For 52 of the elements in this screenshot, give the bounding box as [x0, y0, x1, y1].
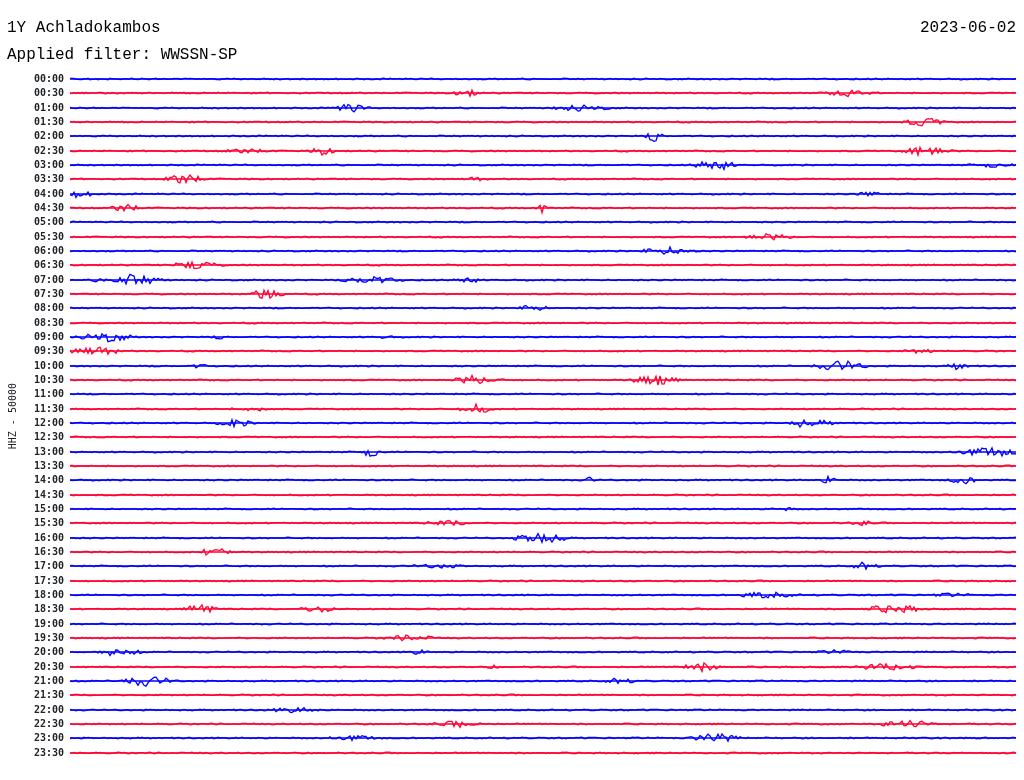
time-label: 20:30 [32, 660, 65, 673]
time-label: 05:00 [32, 216, 65, 229]
time-label: 13:30 [32, 460, 65, 472]
station-title: 1Y Achladokambos [7, 18, 161, 38]
time-label: 08:30 [32, 316, 65, 329]
time-label: 13:00 [32, 445, 65, 458]
time-label: 14:00 [32, 474, 65, 487]
time-label: 22:00 [32, 703, 65, 716]
time-label: 19:30 [32, 631, 65, 644]
time-label: 11:00 [32, 388, 65, 401]
time-label: 23:30 [32, 746, 65, 759]
time-label: 06:30 [32, 259, 65, 272]
time-label: 10:00 [32, 359, 65, 372]
time-label: 12:00 [32, 417, 65, 430]
axis-label: HHZ - 50000 [7, 382, 19, 449]
time-label: 03:30 [32, 173, 65, 186]
time-label: 20:00 [32, 646, 65, 659]
time-label: 11:30 [32, 402, 65, 415]
time-label: 12:30 [32, 431, 65, 444]
time-label: 04:00 [32, 187, 65, 200]
time-label: 19:00 [32, 617, 65, 630]
time-label: 01:00 [32, 101, 65, 114]
time-label: 03:00 [32, 159, 65, 172]
time-label: 14:30 [32, 488, 65, 501]
time-label: 21:30 [32, 689, 65, 702]
time-label: 01:30 [32, 116, 65, 129]
time-label: 09:30 [32, 345, 65, 358]
time-label: 04:30 [32, 202, 65, 215]
time-label: 09:00 [32, 331, 65, 344]
time-label: 15:30 [32, 517, 65, 530]
time-label: 02:00 [32, 130, 65, 143]
time-label: 00:00 [32, 73, 65, 86]
time-label: 00:30 [32, 87, 65, 100]
time-label: 06:00 [32, 245, 65, 258]
time-label: 07:30 [32, 288, 65, 301]
time-label: 16:30 [32, 546, 65, 558]
time-label: 18:30 [32, 603, 65, 616]
time-label: 18:00 [32, 588, 65, 601]
time-label: 05:30 [32, 230, 65, 243]
time-label: 07:00 [32, 273, 65, 286]
date-label: 2023-06-02 [920, 18, 1016, 38]
time-label: 22:30 [32, 717, 65, 730]
time-label: 08:00 [32, 302, 65, 315]
time-label: 15:00 [32, 503, 65, 515]
time-label: 02:30 [32, 144, 65, 157]
filter-label: Applied filter: WWSSN-SP [7, 46, 238, 64]
time-label: 16:00 [32, 531, 65, 544]
time-label: 10:30 [32, 374, 65, 387]
time-label: 21:00 [32, 674, 65, 687]
time-label: 17:00 [32, 560, 65, 573]
time-label: 17:30 [32, 574, 65, 587]
time-label: 23:00 [32, 732, 65, 745]
